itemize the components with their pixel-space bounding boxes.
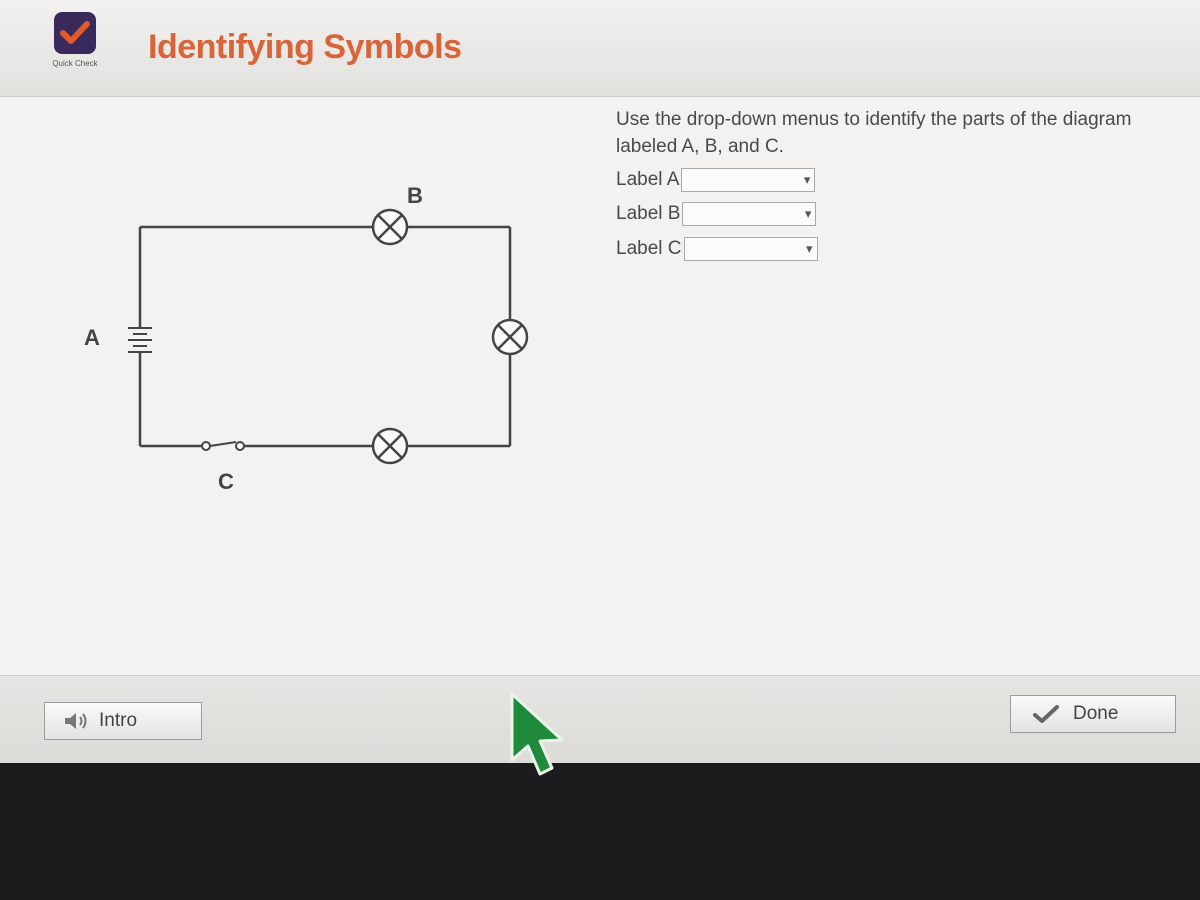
diagram-label-c: C — [218, 469, 234, 494]
intro-button[interactable]: Intro — [44, 702, 202, 740]
label-b-text: Label B — [616, 203, 681, 224]
lamp-icon — [371, 208, 409, 246]
circuit-wires — [138, 225, 512, 448]
chevron-down-icon: ▾ — [805, 241, 813, 256]
diagram-label-a: A — [84, 325, 100, 350]
label-c-text: Label C — [616, 238, 682, 259]
label-b-dropdown[interactable]: ▾ — [682, 202, 817, 226]
speaker-icon — [63, 710, 91, 732]
label-a-dropdown[interactable]: ▾ — [681, 168, 816, 192]
page-title: Identifying Symbols — [148, 28, 462, 66]
diagram-label-b: B — [407, 183, 423, 208]
checkmark-icon — [1033, 704, 1059, 724]
app-screen: Quick Check Identifying Symbols A B C Us… — [0, 0, 1200, 776]
lamp-icon — [371, 427, 409, 465]
quick-check-logo: Quick Check — [52, 12, 98, 88]
done-button[interactable]: Done — [1010, 695, 1176, 733]
checkmark-icon — [60, 21, 90, 44]
footer-bar: Intro Done — [0, 675, 1200, 763]
battery-icon — [128, 327, 152, 353]
intro-button-label: Intro — [99, 710, 138, 731]
label-c-row: Label C ▾ — [616, 235, 818, 263]
label-c-dropdown[interactable]: ▾ — [683, 237, 818, 261]
chevron-down-icon: ▾ — [804, 206, 812, 221]
lamp-icon — [491, 318, 529, 356]
circuit-diagram: A B C — [84, 183, 529, 494]
mouse-cursor-icon — [510, 692, 564, 776]
header: Quick Check Identifying Symbols — [0, 0, 1200, 97]
chevron-down-icon: ▾ — [803, 172, 811, 187]
instructions-text: Use the drop-down menus to identify the … — [616, 109, 1132, 157]
switch-icon — [201, 441, 245, 451]
quick-check-badge — [54, 12, 96, 54]
label-a-row: Label A ▾ — [616, 166, 816, 194]
label-a-text: Label A — [616, 169, 680, 190]
logo-text: Quick Check — [52, 59, 98, 68]
label-b-row: Label B ▾ — [616, 200, 817, 228]
done-button-label: Done — [1073, 703, 1119, 724]
